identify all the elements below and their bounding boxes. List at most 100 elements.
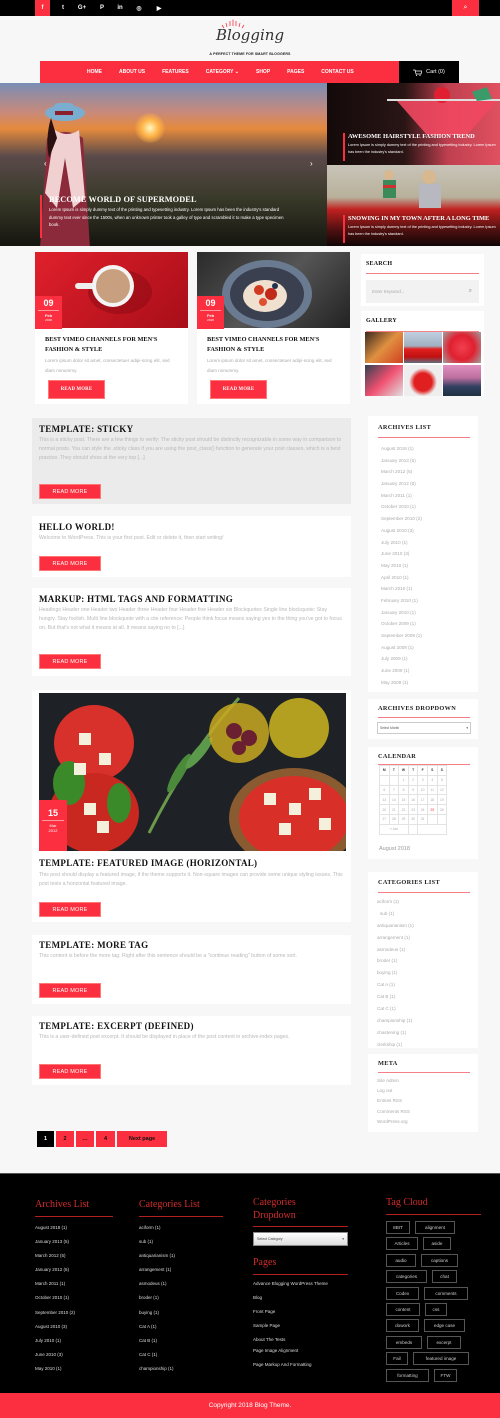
nav-about-us[interactable]: ABOUT US xyxy=(119,69,145,75)
calendar-day[interactable]: 22 xyxy=(398,804,409,815)
google-plus-icon[interactable]: G+ xyxy=(75,0,89,16)
tag-link[interactable]: edge case xyxy=(424,1319,465,1333)
gallery-image[interactable] xyxy=(365,332,403,363)
tag-link[interactable]: alignment xyxy=(415,1221,455,1234)
list-item[interactable]: May 2010 (1) xyxy=(35,1362,75,1376)
list-item[interactable]: August 2018 (1) xyxy=(35,1221,75,1235)
gallery-image[interactable] xyxy=(365,365,403,396)
archives-select[interactable]: Select Month ▾ xyxy=(377,722,471,734)
list-item[interactable]: September 2010 (2) xyxy=(35,1306,75,1320)
list-item[interactable]: January 2013 (5) xyxy=(35,1235,75,1249)
list-item[interactable]: January 2012 (6) xyxy=(381,478,422,490)
site-logo[interactable]: Blogging xyxy=(210,26,290,44)
list-item[interactable]: October 2009 (1) xyxy=(381,618,422,630)
calendar-day[interactable]: 11 xyxy=(426,784,438,796)
list-item[interactable]: Cat B (1) xyxy=(139,1334,175,1348)
list-item[interactable]: July 2010 (1) xyxy=(35,1334,75,1348)
tag-link[interactable]: aside xyxy=(423,1237,451,1251)
footer-page-link[interactable]: Blog xyxy=(253,1294,343,1302)
list-item[interactable]: September 2009 (1) xyxy=(381,630,422,642)
read-more-button[interactable]: READ MORE xyxy=(210,380,267,399)
instagram-icon[interactable]: ◎ xyxy=(132,0,146,16)
post-title[interactable]: MARKUP: HTML TAGS AND FORMATTING xyxy=(39,594,233,604)
list-item[interactable]: July 2009 (1) xyxy=(381,653,422,665)
linkedin-icon[interactable]: in xyxy=(113,0,127,16)
calendar-day[interactable]: 3 xyxy=(417,774,428,786)
footer-page-link[interactable]: Front Page xyxy=(253,1308,343,1316)
list-item[interactable]: broder (1) xyxy=(377,955,414,967)
footer-page-link[interactable]: Sample Page xyxy=(253,1322,343,1330)
tag-link[interactable]: Codex xyxy=(386,1286,419,1300)
calendar-day[interactable]: 4 xyxy=(426,774,438,786)
gallery-image[interactable] xyxy=(404,332,442,363)
calendar-day[interactable]: 24 xyxy=(417,804,428,815)
post-title[interactable]: HELLO WORLD! xyxy=(39,522,115,532)
list-item[interactable]: arrangement (1) xyxy=(139,1263,175,1277)
read-more-button[interactable]: READ MORE xyxy=(39,983,101,998)
gallery-image[interactable] xyxy=(443,365,481,396)
list-item[interactable]: sub (1) xyxy=(377,908,414,920)
side-hero-title[interactable]: AWESOME HAIRSTYLE FASHION TREND xyxy=(348,133,500,140)
list-item[interactable]: buying (1) xyxy=(377,967,414,979)
list-item[interactable]: antiquarianism (1) xyxy=(139,1249,175,1263)
nav-pages[interactable]: PAGES xyxy=(287,69,304,75)
tag-link[interactable]: Articles xyxy=(386,1237,418,1251)
calendar-day[interactable]: 10 xyxy=(417,784,428,796)
card-title[interactable]: BEST VIMEO CHANNELS FOR MEN'S FASHION & … xyxy=(45,335,180,354)
list-item[interactable]: clerkship (1) xyxy=(377,1039,414,1051)
list-item[interactable]: October 2010 (1) xyxy=(381,501,422,513)
card-title[interactable]: BEST VIMEO CHANNELS FOR MEN'S FASHION & … xyxy=(207,335,342,354)
list-item[interactable]: February 2010 (1) xyxy=(381,595,422,607)
calendar-day[interactable]: 25 xyxy=(426,804,438,815)
list-item[interactable]: Cat B (1) xyxy=(377,991,414,1003)
list-item[interactable]: September 2010 (2) xyxy=(381,513,422,525)
calendar-day[interactable]: 17 xyxy=(417,794,428,806)
calendar-day[interactable]: 13 xyxy=(379,794,390,806)
read-more-button[interactable]: READ MORE xyxy=(48,380,105,399)
calendar-day[interactable]: 8 xyxy=(398,784,409,796)
cart-button[interactable]: Cart (0) xyxy=(399,61,459,83)
list-item[interactable]: Entries RSS xyxy=(377,1096,410,1106)
list-item[interactable]: chastening (1) xyxy=(377,1027,414,1039)
calendar-day[interactable]: 29 xyxy=(398,813,409,825)
tag-link[interactable]: Fail xyxy=(386,1352,408,1366)
calendar-day[interactable]: 21 xyxy=(388,804,400,815)
list-item[interactable]: asmodeus (1) xyxy=(377,944,414,956)
footer-category-select[interactable]: Select Category ▾ xyxy=(253,1232,348,1246)
footer-page-link[interactable]: Page Markup And Formatting xyxy=(253,1361,343,1369)
list-item[interactable]: June 2010 (3) xyxy=(381,548,422,560)
calendar-day[interactable]: 28 xyxy=(388,813,400,825)
post-featured-image[interactable] xyxy=(39,693,346,851)
footer-page-link[interactable]: Page Image Alignment xyxy=(253,1347,343,1355)
calendar-day[interactable]: 12 xyxy=(436,784,448,796)
tag-link[interactable]: dowork xyxy=(386,1319,419,1333)
list-item[interactable]: WordPress.org xyxy=(377,1117,410,1127)
list-item[interactable]: arrangement (1) xyxy=(377,932,414,944)
tag-link[interactable]: 8BIT xyxy=(386,1221,410,1234)
list-item[interactable]: June 2009 (1) xyxy=(381,665,422,677)
calendar-day[interactable]: 14 xyxy=(388,794,400,806)
list-item[interactable]: June 2010 (3) xyxy=(35,1348,75,1362)
list-item[interactable]: March 2011 (1) xyxy=(35,1277,75,1291)
read-more-button[interactable]: READ MORE xyxy=(39,902,101,917)
list-item[interactable]: July 2010 (1) xyxy=(381,537,422,549)
tag-link[interactable]: css xyxy=(425,1303,447,1316)
tag-link[interactable]: categories xyxy=(386,1270,427,1284)
page-1[interactable]: 1 xyxy=(37,1131,54,1147)
read-more-button[interactable]: READ MORE xyxy=(39,556,101,571)
list-item[interactable]: aciform (1) xyxy=(377,896,414,908)
facebook-icon[interactable]: f xyxy=(35,0,50,16)
nav-contact-us[interactable]: CONTACT US xyxy=(321,69,353,75)
list-item[interactable]: January 2010 (1) xyxy=(381,607,422,619)
calendar-day[interactable]: 31 xyxy=(417,813,428,825)
tag-link[interactable]: content xyxy=(386,1303,420,1316)
tag-link[interactable]: formatting xyxy=(386,1368,429,1382)
tag-link[interactable]: chat xyxy=(432,1270,457,1284)
nav-home[interactable]: HOME xyxy=(87,69,102,75)
read-more-button[interactable]: READ MORE xyxy=(39,654,101,669)
calendar-day[interactable]: 16 xyxy=(407,794,419,806)
list-item[interactable]: August 2010 (3) xyxy=(35,1320,75,1334)
list-item[interactable]: championship (1) xyxy=(139,1362,175,1376)
list-item[interactable]: Cat A (1) xyxy=(139,1320,175,1334)
nav-features[interactable]: FEATURES xyxy=(162,69,189,75)
